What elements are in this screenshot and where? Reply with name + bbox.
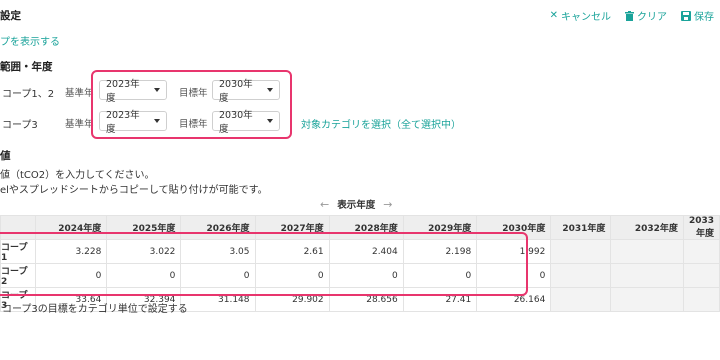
base-year-label: 基準年 — [65, 119, 94, 130]
page-title: 設定 — [0, 10, 21, 22]
arrow-right-icon[interactable]: → — [383, 198, 392, 211]
empty-cell — [550, 287, 612, 312]
category-target-option[interactable]: コープ3の目標をカテゴリ単位で設定する — [2, 300, 188, 315]
save-icon — [681, 10, 691, 21]
year-navigator: ← 表示年度 → — [320, 197, 392, 212]
empty-cell — [682, 263, 720, 288]
cancel-button[interactable]: ✕ キャンセル — [550, 8, 611, 23]
empty-cell — [682, 239, 720, 264]
clear-button[interactable]: クリア — [625, 8, 667, 23]
values-section-title: 値 — [0, 150, 11, 162]
scope-section-title: 範囲・年度 — [0, 61, 53, 73]
arrow-left-icon[interactable]: ← — [320, 198, 329, 211]
trash-icon — [625, 10, 634, 21]
category-select-link[interactable]: 対象カテゴリを選択（全て選択中） — [301, 116, 461, 131]
toolbar: ✕ キャンセル クリア 保存 — [550, 8, 714, 23]
show-map-link[interactable]: プを表示する — [0, 33, 60, 48]
scope-row-label: コープ3 — [2, 120, 38, 131]
instruction-text: elやスプレッドシートからコピーして貼り付けが可能です。 — [0, 185, 268, 196]
close-icon: ✕ — [549, 10, 558, 21]
year-nav-label: 表示年度 — [337, 200, 376, 211]
save-button[interactable]: 保存 — [681, 8, 714, 23]
empty-cell — [610, 287, 684, 312]
base-year-label: 基準年 — [65, 88, 94, 99]
empty-cell — [550, 263, 612, 288]
highlight-box — [91, 70, 292, 139]
empty-cell — [610, 263, 684, 288]
empty-cell — [550, 239, 612, 264]
highlight-box — [0, 232, 528, 296]
empty-cell — [610, 239, 684, 264]
scope-row-label: コープ1、2 — [2, 89, 55, 100]
instruction-text: 値（tCO2）を入力してください。 — [0, 170, 155, 181]
empty-cell — [682, 287, 720, 312]
table-header: 2032年度 — [610, 215, 684, 240]
table-header: 2031年度 — [550, 215, 612, 240]
table-header: 2033年度 — [682, 215, 720, 240]
